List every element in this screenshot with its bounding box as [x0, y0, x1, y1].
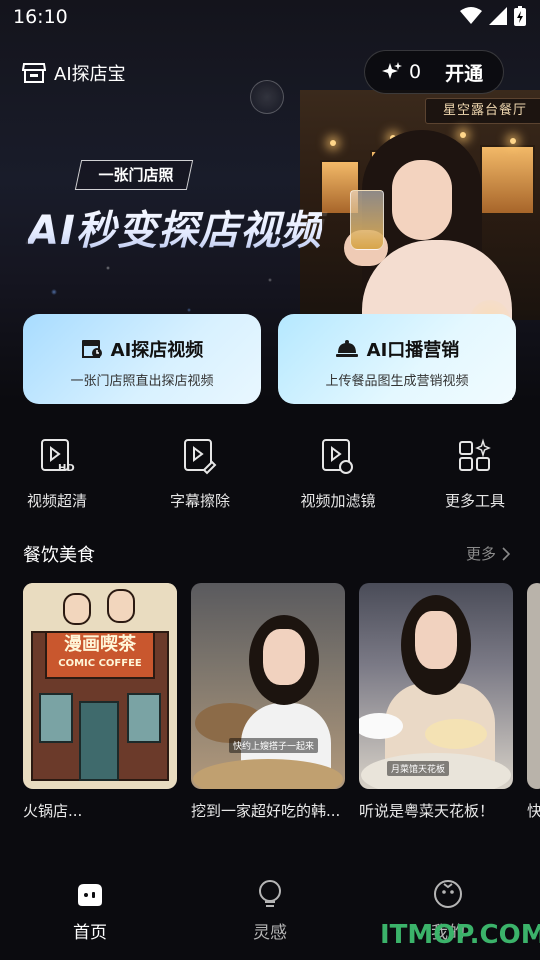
membership-pill[interactable]: 0 开通 [364, 50, 504, 94]
battery-icon [514, 6, 526, 26]
person-face [415, 611, 457, 669]
card-subtitle: 上传餐品图生成营销视频 [325, 374, 469, 389]
store-logo-icon [22, 63, 46, 83]
open-membership-button[interactable]: 开通 [445, 59, 483, 86]
more-label: 更多 [465, 545, 496, 563]
tool-more[interactable]: 更多工具 [420, 436, 530, 511]
comic-character [63, 593, 91, 625]
credit-count: 0 [409, 61, 422, 83]
video-thumbnail[interactable]: 月菜馆天花板 [359, 583, 513, 789]
dish-image [425, 719, 487, 749]
comic-sign: 漫画喫茶 COMIC COFFEE [45, 631, 155, 679]
video-hd-icon: HD [41, 439, 75, 474]
card-title: AI口播营销 [366, 340, 460, 361]
person-face [263, 629, 305, 685]
comic-window [127, 693, 161, 743]
hero-tag: 一张门店照 [98, 166, 174, 184]
lightbulb-icon [259, 880, 281, 907]
video-caption[interactable]: 火锅店... [23, 800, 183, 821]
section-title: 餐饮美食 [23, 545, 95, 566]
model-face [392, 160, 452, 240]
grid-more-icon [459, 438, 491, 471]
comic-window [39, 693, 73, 743]
video-overlay-caption: 快约上嫂搭子一起来 [229, 738, 319, 753]
nav-home[interactable]: 首页 [40, 878, 140, 943]
ai-store-video-card[interactable]: AI探店视频 一张门店照直出探店视频 [23, 314, 261, 404]
video-filter-icon [322, 439, 353, 474]
sparkle-icon [382, 62, 402, 79]
status-icons [460, 6, 526, 26]
tool-subtitle-erase[interactable]: 字幕擦除 [145, 436, 255, 511]
nav-label: 灵感 [253, 923, 287, 943]
comic-sign-cn: 漫画喫茶 [64, 634, 136, 655]
nav-inspiration[interactable]: 灵感 [220, 878, 320, 943]
video-thumbnail[interactable]: 快约上嫂搭子一起来 [191, 583, 345, 789]
video-caption[interactable]: 听说是粤菜天花板！ [359, 800, 519, 821]
string-light [330, 140, 336, 146]
svg-text:HD: HD [58, 463, 75, 474]
tool-video-filter[interactable]: 视频加滤镜 [283, 436, 393, 511]
tool-label: 字幕擦除 [169, 492, 230, 510]
chevron-right-icon [502, 546, 510, 561]
status-time: 16:10 [13, 6, 68, 28]
video-thumbnail[interactable]: 漫画喫茶 COMIC COFFEE [23, 583, 177, 789]
profile-face-icon [434, 880, 462, 908]
tool-label: 视频加滤镜 [300, 492, 376, 510]
bokeh-light [250, 80, 284, 114]
card-subtitle: 一张门店照直出探店视频 [70, 374, 214, 389]
card-title-row: AI探店视频 [23, 336, 261, 362]
tool-label: 视频超清 [26, 492, 87, 510]
nav-label: 首页 [73, 923, 107, 943]
video-overlay-caption: 月菜馆天花板 [387, 761, 450, 776]
comic-character [107, 589, 135, 623]
watermark: ITMOP.COM [380, 920, 540, 950]
more-link[interactable]: 更多 [466, 543, 510, 564]
signal-icon [489, 7, 507, 25]
storefront-video-icon [81, 340, 102, 358]
cloche-icon [335, 340, 358, 357]
hero-headline: AI秒变探店视频 [28, 198, 322, 256]
drink-glass [350, 190, 384, 250]
subtitle-erase-icon [184, 439, 217, 475]
comic-background [23, 583, 177, 631]
tool-video-hd[interactable]: HD 视频超清 [2, 436, 112, 511]
ai-voice-marketing-card[interactable]: AI口播营销 上传餐品图生成营销视频 [278, 314, 516, 404]
brand-name: AI探店宝 [54, 64, 126, 85]
video-thumbnail[interactable] [527, 583, 540, 789]
video-caption[interactable]: 挖到一家超好吃的韩... [191, 800, 351, 821]
tool-label: 更多工具 [444, 492, 505, 510]
card-title-row: AI口播营销 [278, 336, 516, 362]
comic-sign-en: COMIC COFFEE [58, 658, 142, 669]
comic-door [79, 701, 119, 781]
card-title: AI探店视频 [110, 340, 204, 361]
status-bar: 16:10 [0, 0, 540, 34]
wifi-icon [460, 7, 482, 24]
home-icon [78, 884, 102, 906]
store-sign: 星空露台餐厅 [425, 98, 540, 124]
video-caption[interactable]: 快 [527, 800, 540, 821]
app-brand: AI探店宝 [22, 60, 126, 86]
